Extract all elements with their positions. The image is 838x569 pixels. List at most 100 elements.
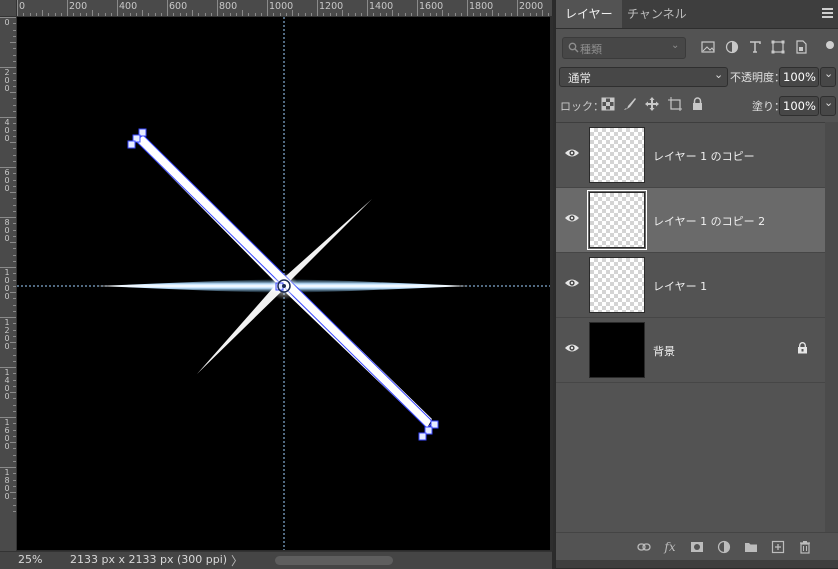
- anchor-handle[interactable]: [418, 432, 427, 441]
- ruler-minor-tick: [13, 410, 16, 412]
- ruler-minor-tick: [23, 13, 25, 16]
- layer-name[interactable]: レイヤー 1: [653, 278, 707, 294]
- shape-filter-icon[interactable]: [770, 39, 786, 55]
- ruler-minor-tick: [248, 13, 250, 16]
- blend-mode-select[interactable]: 通常 ⌄: [559, 67, 728, 87]
- image-filter-icon[interactable]: [700, 39, 716, 55]
- ruler-minor-tick: [13, 173, 16, 175]
- lock-transparent-pixels-icon[interactable]: [601, 97, 615, 111]
- ruler-minor-tick: [179, 13, 181, 16]
- zoom-level[interactable]: 25%: [18, 553, 42, 566]
- delete-layer-icon[interactable]: [798, 540, 812, 554]
- smart-object-filter-icon[interactable]: [793, 39, 809, 55]
- fill-input[interactable]: 100%: [779, 96, 819, 116]
- lock-artboard-icon[interactable]: [668, 97, 682, 111]
- ruler-minor-tick: [13, 254, 16, 256]
- fx-icon[interactable]: fx: [663, 540, 677, 554]
- ruler-minor-tick: [13, 98, 16, 100]
- horizontal-ruler[interactable]: 0 200 400 600 800 1000 1200 1400 1600 1800 2000: [0, 0, 552, 17]
- opacity-input[interactable]: 100%: [779, 67, 819, 87]
- blend-mode-value: 通常: [568, 71, 591, 85]
- ruler-minor-tick: [13, 48, 16, 50]
- tab-layers[interactable]: レイヤー: [556, 0, 622, 28]
- search-icon: [568, 42, 579, 53]
- ruler-minor-tick: [13, 179, 16, 181]
- ruler-minor-tick: [10, 342, 16, 343]
- ruler-minor-tick: [13, 285, 16, 287]
- fill-dropdown[interactable]: ⌄: [820, 96, 836, 116]
- ruler-minor-tick: [323, 13, 325, 16]
- new-layer-icon[interactable]: [771, 540, 785, 554]
- type-filter-icon[interactable]: [747, 39, 763, 55]
- ruler-label: 600: [4, 168, 10, 193]
- add-mask-icon[interactable]: [690, 540, 704, 554]
- ruler-label: 0: [4, 18, 10, 27]
- ruler-minor-tick: [13, 204, 16, 206]
- ruler-minor-tick: [298, 13, 300, 16]
- ruler-minor-tick: [10, 142, 16, 143]
- opacity-dropdown[interactable]: ⌄: [820, 67, 836, 87]
- lock-image-pixels-icon[interactable]: [623, 97, 637, 111]
- ruler-minor-tick: [13, 435, 16, 437]
- layer-row[interactable]: 背景: [556, 318, 825, 383]
- panel-menu-icon[interactable]: [822, 8, 833, 19]
- lock-position-icon[interactable]: [645, 97, 659, 111]
- lock-all-icon[interactable]: [691, 97, 704, 111]
- chevron-down-icon: ⌄: [824, 96, 834, 109]
- ruler-label: 0: [19, 1, 26, 12]
- ruler-corner[interactable]: [0, 0, 17, 17]
- layer-lock-icon[interactable]: [797, 342, 808, 354]
- visibility-eye-icon[interactable]: [564, 147, 580, 159]
- ruler-minor-tick: [160, 13, 162, 16]
- layer-name[interactable]: レイヤー 1 のコピー: [653, 148, 755, 164]
- filter-kind-select[interactable]: 種類 ⌄: [562, 37, 686, 59]
- layer-thumbnail[interactable]: [589, 257, 645, 313]
- ruler-minor-tick: [13, 198, 16, 200]
- visibility-eye-icon[interactable]: [564, 277, 580, 289]
- link-layers-icon[interactable]: [637, 540, 651, 554]
- ruler-minor-tick: [48, 13, 50, 16]
- ruler-minor-tick: [273, 13, 275, 16]
- ruler-minor-tick: [342, 10, 343, 16]
- filter-toggle-icon[interactable]: [826, 41, 834, 49]
- ruler-minor-tick: [104, 13, 106, 16]
- ruler-minor-tick: [510, 13, 512, 16]
- adjustment-filter-icon[interactable]: [724, 39, 740, 55]
- layer-row[interactable]: レイヤー 1 のコピー: [556, 123, 825, 188]
- ruler-minor-tick: [13, 329, 16, 331]
- ruler-minor-tick: [10, 242, 16, 243]
- ruler-minor-tick: [229, 13, 231, 16]
- status-menu-arrow[interactable]: 〉: [231, 552, 243, 569]
- ruler-label: 1200: [319, 1, 344, 12]
- ruler-minor-tick: [310, 13, 312, 16]
- ruler-minor-tick: [13, 510, 16, 512]
- layer-name[interactable]: レイヤー 1 のコピー 2: [653, 213, 765, 229]
- ruler-minor-tick: [335, 13, 337, 16]
- ruler-minor-tick: [35, 13, 37, 16]
- ruler-minor-tick: [13, 398, 16, 400]
- ruler-minor-tick: [13, 360, 16, 362]
- layer-name[interactable]: 背景: [653, 343, 675, 359]
- panel-scrollbar[interactable]: [825, 122, 838, 532]
- ruler-minor-tick: [13, 385, 16, 387]
- ruler-label: 200: [69, 1, 88, 12]
- adjustment-layer-icon[interactable]: [717, 540, 731, 554]
- ruler-minor-tick: [13, 248, 16, 250]
- vertical-ruler[interactable]: 0 200 400 600 800 1000 1200 1400 1600 1800: [0, 16, 17, 551]
- layers-list: レイヤー 1 のコピー レイヤー 1 のコピー 2 レイヤー 1 背景: [556, 122, 825, 385]
- ruler-minor-tick: [198, 13, 200, 16]
- layer-row[interactable]: レイヤー 1: [556, 253, 825, 318]
- document-canvas[interactable]: [17, 17, 550, 550]
- anchor-handle[interactable]: [127, 140, 136, 149]
- chevron-down-icon: ⌄: [671, 40, 680, 51]
- tab-channels[interactable]: チャンネル: [618, 0, 696, 28]
- horizontal-scrollbar[interactable]: [275, 556, 393, 565]
- layer-thumbnail[interactable]: [589, 127, 645, 183]
- chevron-down-icon: ⌄: [824, 67, 834, 80]
- new-group-icon[interactable]: [744, 540, 758, 554]
- layer-thumbnail[interactable]: [587, 190, 647, 250]
- layer-thumbnail[interactable]: [589, 322, 645, 378]
- visibility-eye-icon[interactable]: [564, 212, 580, 224]
- layer-row[interactable]: レイヤー 1 のコピー 2: [556, 188, 825, 253]
- visibility-eye-icon[interactable]: [564, 342, 580, 354]
